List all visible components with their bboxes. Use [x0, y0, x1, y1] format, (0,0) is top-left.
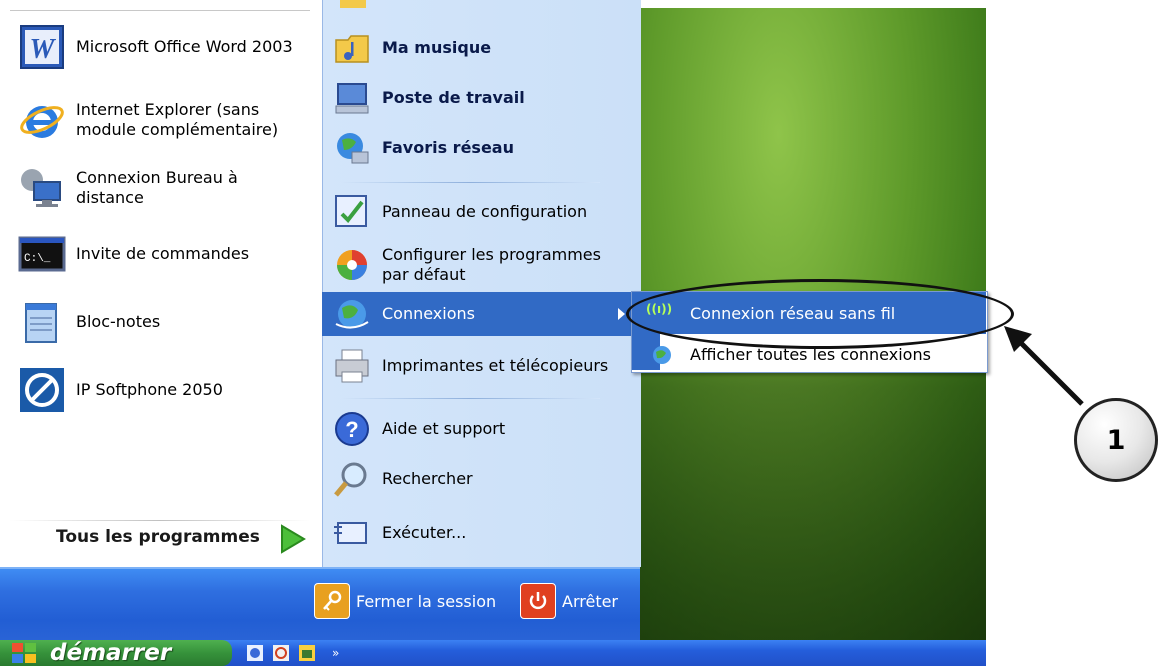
menu-item-run[interactable]: Exécuter... — [322, 510, 640, 556]
quick-launch-toolbar: » — [246, 644, 339, 662]
start-label: démarrer — [50, 640, 172, 666]
menu-item-default-programs[interactable]: Configurer les programmes par défaut — [322, 240, 640, 290]
quicklaunch-calendar-icon[interactable] — [298, 644, 316, 662]
program-word[interactable]: W Microsoft Office Word 2003 — [0, 19, 322, 75]
remote-desktop-icon — [21, 169, 61, 207]
menu-item-control-panel[interactable]: Panneau de configuration — [322, 190, 640, 234]
program-internet-explorer[interactable]: Internet Explorer (sans module complémen… — [0, 92, 322, 148]
highlight-ellipse — [626, 279, 1014, 349]
menu-item-search[interactable]: Rechercher — [322, 456, 640, 502]
program-remote-desktop[interactable]: Connexion Bureau à distance — [0, 160, 322, 216]
quicklaunch-clock-icon[interactable] — [272, 644, 290, 662]
program-label: Bloc-notes — [76, 312, 161, 331]
divider — [340, 182, 600, 183]
logoff-label: Fermer la session — [356, 591, 497, 611]
svg-text:C:\_: C:\_ — [24, 253, 51, 265]
svg-text:?: ? — [345, 417, 358, 442]
internet-explorer-icon — [20, 106, 64, 138]
network-globe-icon — [337, 133, 369, 164]
program-command-prompt[interactable]: C:\_ Invite de commandes — [0, 226, 322, 282]
key-icon — [314, 583, 350, 619]
program-label: Microsoft Office Word 2003 — [76, 37, 293, 56]
windows-logo-icon — [12, 643, 36, 663]
menu-item-help[interactable]: ? Aide et support — [322, 406, 640, 452]
menu-item-computer[interactable]: Poste de travail — [322, 76, 640, 120]
menu-item-label: Rechercher — [382, 469, 473, 488]
network-connections-icon — [653, 346, 671, 364]
program-notepad[interactable]: Bloc-notes — [0, 294, 322, 350]
folder-edge — [322, 0, 640, 8]
run-icon — [334, 522, 367, 544]
menu-item-label: Configurer les programmes par défaut — [382, 245, 601, 284]
quicklaunch-app-icon[interactable] — [246, 644, 264, 662]
svg-text:W: W — [30, 34, 57, 65]
program-label: IP Softphone 2050 — [76, 380, 223, 399]
callout-arrow — [1004, 326, 1084, 406]
menu-item-network-places[interactable]: Favoris réseau — [322, 126, 640, 170]
shutdown-button[interactable]: Arrêter — [520, 583, 618, 619]
softphone-icon — [20, 368, 64, 412]
program-ip-softphone[interactable]: IP Softphone 2050 — [0, 362, 322, 418]
menu-item-printers[interactable]: Imprimantes et télécopieurs — [322, 342, 640, 390]
logoff-button[interactable]: Fermer la session — [314, 583, 496, 619]
connections-globe-icon — [335, 300, 369, 329]
help-icon: ? — [335, 412, 369, 446]
menu-item-music[interactable]: Ma musique — [322, 26, 640, 70]
printer-icon — [335, 349, 369, 383]
menu-item-label: Imprimantes et télécopieurs — [382, 356, 609, 375]
music-folder-icon — [335, 35, 369, 63]
control-panel-icon — [335, 195, 367, 227]
start-menu-programs-panel — [0, 0, 322, 567]
green-arrow-icon — [281, 524, 306, 554]
shutdown-label: Arrêter — [562, 591, 619, 611]
callout-badge: 1 — [1074, 398, 1158, 482]
menu-item-label: Favoris réseau — [382, 138, 514, 157]
program-label: Invite de commandes — [76, 244, 250, 263]
menu-item-label: Panneau de configuration — [382, 202, 588, 221]
all-programs-label: Tous les programmes — [56, 527, 260, 547]
start-button[interactable]: démarrer — [0, 640, 232, 666]
folder-icon — [340, 0, 366, 8]
program-label: Internet Explorer (sans module complémen… — [76, 100, 279, 139]
submenu-arrow-icon — [618, 308, 625, 320]
menu-item-label: Aide et support — [382, 419, 506, 438]
power-icon — [520, 583, 556, 619]
command-prompt-icon: C:\_ — [18, 236, 66, 272]
program-label: Connexion Bureau à distance — [76, 168, 238, 207]
default-programs-icon — [337, 250, 367, 280]
menu-item-connections[interactable]: Connexions — [322, 292, 640, 336]
menu-item-label: Poste de travail — [382, 88, 525, 107]
divider — [10, 10, 310, 11]
word-icon: W — [20, 25, 64, 69]
menu-item-label: Exécuter... — [382, 523, 467, 542]
search-icon — [334, 462, 367, 497]
divider — [340, 398, 600, 399]
menu-item-label: Connexions — [382, 304, 475, 323]
notepad-icon — [25, 303, 57, 343]
computer-icon — [335, 83, 369, 114]
menu-item-label: Ma musique — [382, 38, 492, 57]
callout-number: 1 — [1106, 424, 1126, 456]
quicklaunch-more-icon[interactable]: » — [332, 646, 339, 660]
